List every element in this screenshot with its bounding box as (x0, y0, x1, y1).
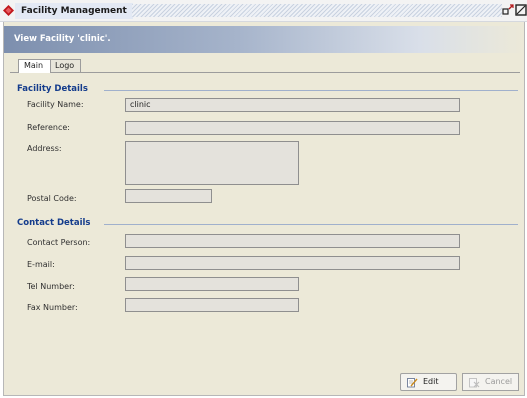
cancel-button-label: Cancel (485, 377, 513, 386)
reference-field[interactable] (125, 121, 460, 135)
window-titlebar[interactable]: Facility Management (0, 0, 527, 22)
contact-person-label: Contact Person: (27, 238, 91, 247)
email-label: E-mail: (27, 260, 55, 269)
section-divider (104, 90, 518, 91)
restore-window-icon[interactable] (502, 4, 514, 16)
tel-number-label: Tel Number: (27, 282, 75, 291)
fax-number-label: Fax Number: (27, 303, 78, 312)
postal-code-label: Postal Code: (27, 194, 77, 203)
address-field[interactable] (125, 141, 299, 185)
facility-name-label: Facility Name: (27, 100, 84, 109)
tab-logo[interactable]: Logo (49, 59, 81, 73)
tab-main[interactable]: Main (18, 59, 51, 73)
contact-details-heading: Contact Details (17, 218, 91, 228)
red-diamond-icon (3, 5, 14, 16)
cancel-button[interactable]: Cancel (462, 373, 519, 391)
email-field[interactable] (125, 256, 460, 270)
view-banner: View Facility 'clinic'. (4, 26, 524, 53)
facility-management-window: Facility Management View Facility 'clini… (0, 0, 527, 398)
banner-text: View Facility 'clinic'. (14, 34, 111, 44)
contact-person-field[interactable] (125, 234, 460, 248)
edit-button-label: Edit (423, 377, 439, 386)
edit-icon (407, 378, 418, 388)
address-label: Address: (27, 144, 62, 153)
reference-label: Reference: (27, 123, 70, 132)
fax-number-field[interactable] (125, 298, 299, 312)
form-panel: View Facility 'clinic'. Main Logo Facili… (3, 22, 525, 396)
titlebar-pattern (132, 4, 502, 17)
maximize-window-icon[interactable] (515, 4, 527, 16)
window-title: Facility Management (15, 3, 133, 19)
tab-divider (10, 72, 520, 73)
postal-code-field[interactable] (125, 189, 212, 203)
edit-button[interactable]: Edit (400, 373, 457, 391)
facility-name-field[interactable]: clinic (125, 98, 460, 112)
facility-details-heading: Facility Details (17, 84, 88, 94)
tel-number-field[interactable] (125, 277, 299, 291)
section-divider (104, 224, 518, 225)
cancel-icon (469, 378, 480, 388)
